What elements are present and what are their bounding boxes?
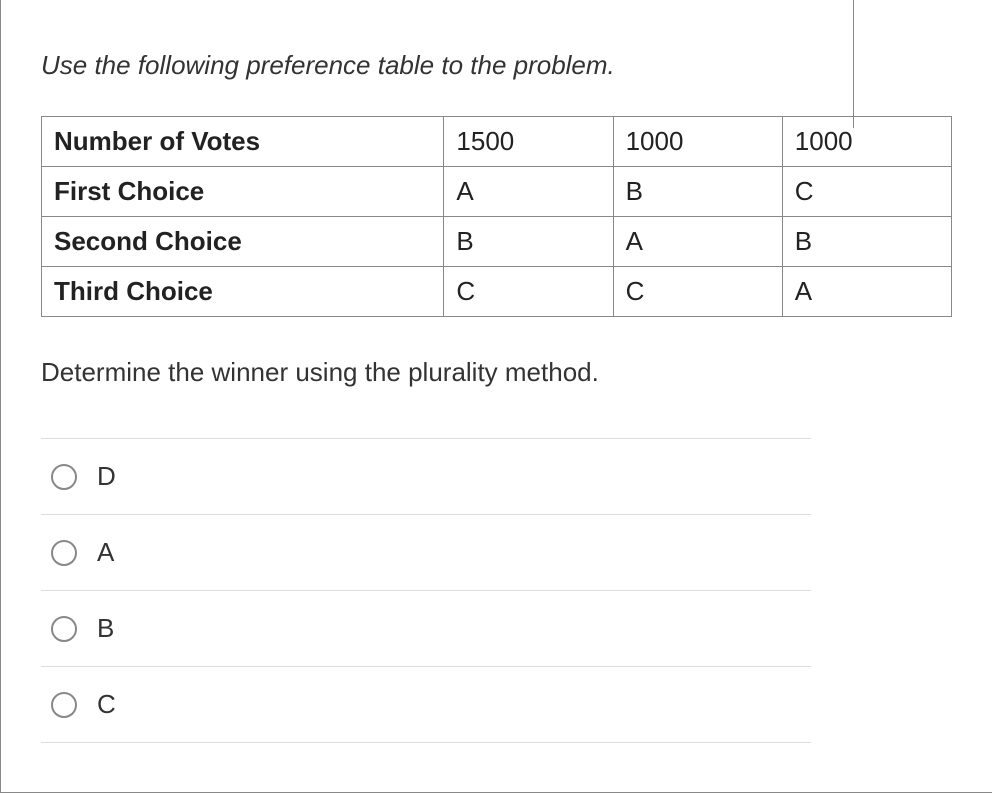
answer-option-b[interactable]: B xyxy=(41,590,811,666)
radio-button[interactable] xyxy=(51,692,77,718)
table-cell: 1000 xyxy=(613,117,782,167)
question-text: Determine the winner using the plurality… xyxy=(41,357,952,388)
table-cell: B xyxy=(444,217,613,267)
table-cell: A xyxy=(444,167,613,217)
radio-button[interactable] xyxy=(51,616,77,642)
table-cell: C xyxy=(782,167,951,217)
table-cell: 1000 xyxy=(782,117,951,167)
table-cell: A xyxy=(782,267,951,317)
preference-table: Number of Votes 1500 1000 1000 First Cho… xyxy=(41,116,952,317)
table-row: First Choice A B C xyxy=(42,167,952,217)
option-label: C xyxy=(97,689,116,720)
option-label: D xyxy=(97,461,116,492)
option-label: A xyxy=(97,537,114,568)
question-container: Use the following preference table to th… xyxy=(0,0,992,793)
table-cell: C xyxy=(613,267,782,317)
table-row: Number of Votes 1500 1000 1000 xyxy=(42,117,952,167)
answer-options: D A B C xyxy=(41,438,811,743)
separator-line xyxy=(853,0,854,128)
answer-option-d[interactable]: D xyxy=(41,438,811,514)
instruction-text: Use the following preference table to th… xyxy=(41,50,952,81)
row-label: Second Choice xyxy=(42,217,444,267)
table-cell: A xyxy=(613,217,782,267)
table-row: Second Choice B A B xyxy=(42,217,952,267)
row-label: Number of Votes xyxy=(42,117,444,167)
answer-option-a[interactable]: A xyxy=(41,514,811,590)
row-label: First Choice xyxy=(42,167,444,217)
table-cell: 1500 xyxy=(444,117,613,167)
table-cell: B xyxy=(782,217,951,267)
radio-button[interactable] xyxy=(51,540,77,566)
table-cell: B xyxy=(613,167,782,217)
table-cell: C xyxy=(444,267,613,317)
table-row: Third Choice C C A xyxy=(42,267,952,317)
row-label: Third Choice xyxy=(42,267,444,317)
answer-option-c[interactable]: C xyxy=(41,666,811,743)
option-label: B xyxy=(97,613,114,644)
radio-button[interactable] xyxy=(51,464,77,490)
